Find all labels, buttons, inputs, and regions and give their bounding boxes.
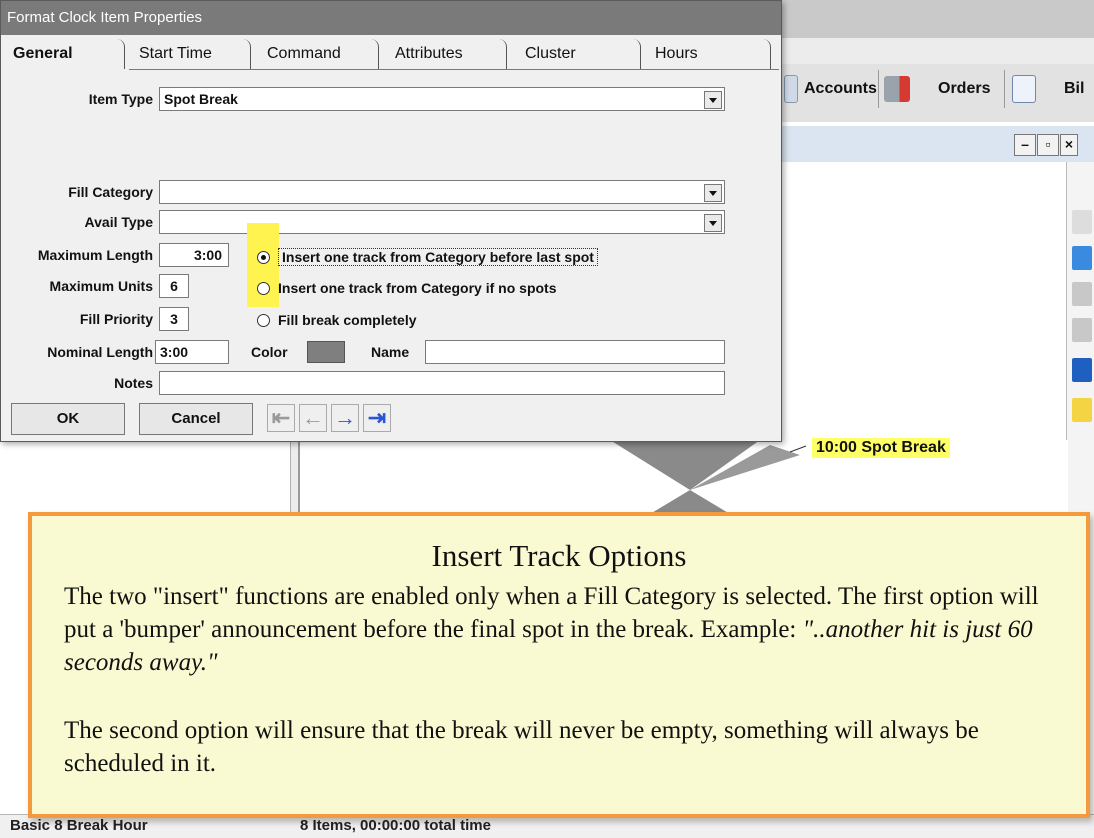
prev-icon[interactable]: ← bbox=[299, 404, 327, 432]
nominal-length-label: Nominal Length bbox=[47, 344, 153, 360]
tab-cluster[interactable]: Cluster bbox=[511, 39, 641, 69]
chevron-down-icon[interactable] bbox=[704, 184, 722, 202]
radio-label: Insert one track from Category if no spo… bbox=[278, 280, 557, 296]
next-icon[interactable]: → bbox=[331, 404, 359, 432]
radio-insert-if-no-spots[interactable]: Insert one track from Category if no spo… bbox=[257, 280, 557, 296]
cancel-button[interactable]: Cancel bbox=[139, 403, 253, 435]
radio-label: Insert one track from Category before la… bbox=[278, 248, 598, 266]
color-label: Color bbox=[251, 344, 288, 360]
radio-label: Fill break completely bbox=[278, 312, 417, 328]
format-clock-item-dialog: Format Clock Item Properties General Sta… bbox=[0, 0, 782, 442]
callout-paragraph-1: The two "insert" functions are enabled o… bbox=[64, 580, 1064, 679]
tab-attributes[interactable]: Attributes bbox=[383, 39, 507, 69]
tab-general[interactable]: General bbox=[9, 39, 125, 69]
tab-command[interactable]: Command bbox=[255, 39, 379, 69]
last-icon[interactable]: ⇥ bbox=[363, 404, 391, 432]
tab-hours[interactable]: Hours bbox=[645, 39, 771, 69]
max-units-label: Maximum Units bbox=[49, 278, 153, 294]
color-swatch[interactable] bbox=[307, 341, 345, 363]
avail-type-label: Avail Type bbox=[84, 214, 153, 230]
callout-paragraph-2: The second option will ensure that the b… bbox=[64, 717, 979, 777]
notes-label: Notes bbox=[114, 375, 153, 391]
tab-underline bbox=[129, 69, 779, 70]
max-length-label: Maximum Length bbox=[37, 247, 153, 263]
fill-priority-input[interactable]: 3 bbox=[159, 307, 189, 331]
radio-insert-before-last[interactable]: Insert one track from Category before la… bbox=[257, 248, 598, 266]
item-type-label: Item Type bbox=[88, 91, 153, 107]
fill-category-select[interactable] bbox=[159, 180, 725, 204]
nominal-length-input[interactable]: 3:00 bbox=[155, 340, 229, 364]
dialog-title: Format Clock Item Properties bbox=[1, 1, 781, 35]
radio-dot-selected bbox=[257, 250, 270, 264]
chevron-down-icon[interactable] bbox=[704, 214, 722, 232]
callout-title: Insert Track Options bbox=[431, 538, 687, 573]
insert-track-callout: Insert Track Options The two "insert" fu… bbox=[28, 512, 1090, 818]
name-label: Name bbox=[371, 344, 410, 360]
radio-fill-completely[interactable]: Fill break completely bbox=[257, 312, 417, 328]
max-length-input[interactable]: 3:00 bbox=[159, 243, 229, 267]
notes-input[interactable] bbox=[159, 371, 725, 395]
first-icon[interactable]: ⇤ bbox=[267, 404, 295, 432]
tab-start-time[interactable]: Start Time bbox=[127, 39, 251, 69]
status-right: 8 Items, 00:00:00 total time bbox=[300, 817, 491, 834]
radio-dot bbox=[257, 281, 270, 295]
status-left: Basic 8 Break Hour bbox=[10, 817, 148, 834]
ok-button[interactable]: OK bbox=[11, 403, 125, 435]
max-units-input[interactable]: 6 bbox=[159, 274, 189, 298]
item-type-select[interactable]: Spot Break bbox=[159, 87, 725, 111]
name-input[interactable] bbox=[425, 340, 725, 364]
avail-type-select[interactable] bbox=[159, 210, 725, 234]
chevron-down-icon[interactable] bbox=[704, 91, 722, 109]
spot-break-label[interactable]: 10:00 Spot Break bbox=[812, 438, 950, 458]
tab-bar: General Start Time Command Attributes Cl… bbox=[3, 39, 779, 69]
fill-category-label: Fill Category bbox=[68, 184, 153, 200]
fill-priority-label: Fill Priority bbox=[79, 311, 153, 327]
radio-dot bbox=[257, 313, 270, 327]
